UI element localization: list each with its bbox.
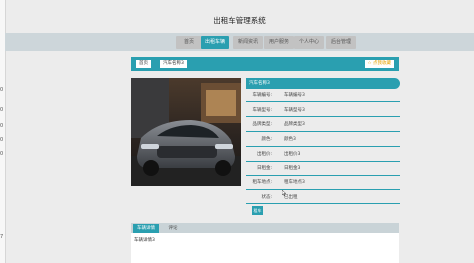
nav-item-profile[interactable]: 个人中心 — [294, 36, 324, 49]
detail-label: 租车地点: — [252, 180, 272, 185]
tab-comments[interactable]: 评论 — [163, 224, 183, 233]
detail-tabs: 车辆详情 评论 — [131, 223, 399, 233]
detail-label: 车辆型号: — [252, 108, 272, 113]
detail-label: 品牌类型: — [252, 122, 272, 127]
detail-label: 颜色: — [261, 137, 272, 142]
edge-mark: 0 — [0, 151, 4, 157]
breadcrumb-bar: 首页 汽车名称3 ☆ 点我收藏 — [131, 57, 399, 71]
page-header: 出租车管理系统 — [5, 10, 474, 32]
car-photo — [131, 78, 241, 186]
row-divider — [246, 131, 400, 132]
row-divider — [246, 161, 400, 162]
detail-value: 品牌类型3 — [284, 122, 305, 127]
nav-item-news[interactable]: 新闻资讯 — [233, 36, 263, 49]
nav-item-home[interactable]: 首页 — [176, 36, 202, 49]
detail-label: 状态: — [261, 195, 272, 200]
detail-label: 车辆编号: — [252, 93, 272, 98]
detail-value: 租车地点3 — [284, 180, 305, 185]
site-title: 出租车管理系统 — [213, 16, 266, 25]
nav-item-cars[interactable]: 出租车辆 — [201, 36, 229, 49]
edge-mark: 0 — [0, 107, 4, 113]
row-divider — [246, 101, 400, 102]
tab-car-details[interactable]: 车辆详情 — [133, 224, 159, 233]
breadcrumb-home[interactable]: 首页 — [136, 60, 151, 68]
detail-label: 出租价: — [256, 152, 272, 157]
nav-item-admin[interactable]: 后台管理 — [326, 36, 356, 49]
edge-mark: 0 — [0, 87, 4, 93]
detail-value: 车辆编号3 — [284, 93, 305, 98]
row-divider — [246, 175, 400, 176]
row-divider — [246, 116, 400, 117]
edge-mark: 0 — [0, 123, 4, 129]
row-divider — [246, 146, 400, 147]
car-details-text: 车辆详情3 — [134, 238, 155, 243]
rent-button[interactable]: 租车 — [252, 206, 263, 215]
nav-item-user-service[interactable]: 用户服务 — [264, 36, 294, 49]
row-divider — [246, 203, 400, 204]
car-name-header: 汽车名称3 — [246, 78, 400, 89]
tab-content: 车辆详情3 — [131, 233, 399, 263]
detail-value: 颜色3 — [284, 137, 296, 142]
mouse-cursor-icon — [282, 190, 286, 196]
detail-label: 日租金: — [256, 166, 272, 171]
edge-mark: 0 — [0, 137, 4, 143]
detail-value: 出租价3 — [284, 152, 301, 157]
favorite-button[interactable]: ☆ 点我收藏 — [364, 60, 394, 68]
row-divider — [246, 189, 400, 190]
car-name: 汽车名称3 — [249, 81, 270, 86]
main-nav: 首页 出租车辆 新闻资讯 用户服务 个人中心 后台管理 — [5, 33, 474, 51]
detail-value: 车辆型号3 — [284, 108, 305, 113]
detail-value: 已出租 — [284, 195, 298, 200]
detail-value: 日租金3 — [284, 166, 301, 171]
breadcrumb-current: 汽车名称3 — [160, 60, 187, 68]
edge-mark: 7 — [0, 234, 4, 240]
